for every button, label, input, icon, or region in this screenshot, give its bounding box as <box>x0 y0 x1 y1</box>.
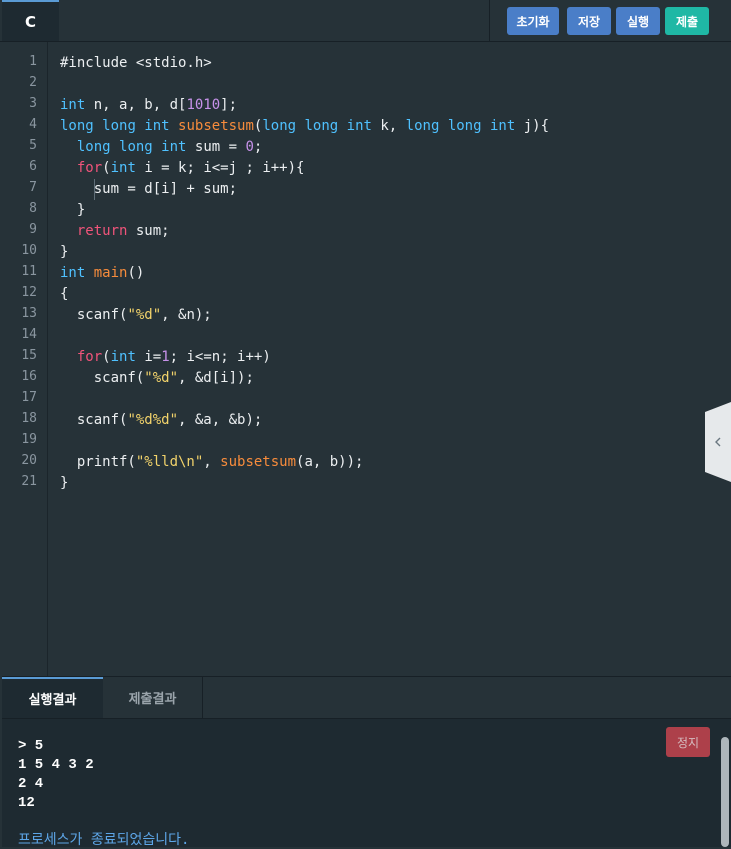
line-number: 2 <box>29 75 37 90</box>
code-line: } <box>60 475 69 491</box>
reset-button[interactable]: 초기화 <box>507 7 559 35</box>
line-number: 21 <box>21 474 37 489</box>
code-line: return sum; <box>76 223 170 239</box>
collapse-panel-handle[interactable] <box>705 402 731 482</box>
code-line: long long int subsetsum(long long int k,… <box>60 118 549 134</box>
output-line: > 5 <box>18 738 44 754</box>
code-line: long long int sum = 0; <box>76 139 263 155</box>
run-button[interactable]: 실행 <box>616 7 660 35</box>
output-line: 12 <box>18 795 35 811</box>
line-number: 11 <box>21 264 37 279</box>
console-scrollbar[interactable] <box>721 737 729 847</box>
submit-button[interactable]: 제출 <box>665 7 709 35</box>
line-number: 12 <box>21 285 37 300</box>
code-line: scanf("%d%d", &a, &b); <box>60 412 263 428</box>
code-line: } <box>60 244 69 260</box>
code-line: scanf("%d", &d[i]); <box>60 370 254 386</box>
toolbar: 초기화 저장 실행 제출 <box>489 0 731 41</box>
language-tab[interactable]: C <box>2 0 59 41</box>
line-number: 14 <box>21 327 37 342</box>
line-number: 6 <box>29 159 37 174</box>
code-line: printf("%lld\n", subsetsum(a, b)); <box>60 454 364 470</box>
line-number: 1 <box>29 54 37 69</box>
tab-submit-result[interactable]: 제출결과 <box>103 677 203 718</box>
code-line: int main() <box>60 265 145 281</box>
line-number: 15 <box>21 348 37 363</box>
save-button[interactable]: 저장 <box>567 7 611 35</box>
line-number: 7 <box>29 180 37 195</box>
console-output: > 5 1 5 4 3 2 2 4 12 프로세스가 종료되었습니다. 정지 <box>2 719 731 848</box>
line-number: 19 <box>21 432 37 447</box>
line-number: 5 <box>29 138 37 153</box>
code-line: for(int i = k; i<=j ; i++){ <box>76 160 305 176</box>
line-number: 17 <box>21 390 37 405</box>
code-line: for(int i=1; i<=n; i++) <box>76 349 271 365</box>
line-number: 10 <box>21 243 37 258</box>
line-number: 18 <box>21 411 37 426</box>
handle-shape <box>705 402 731 482</box>
code-line: scanf("%d", &n); <box>60 307 212 323</box>
line-number: 9 <box>29 222 37 237</box>
editor-header: C 초기화 저장 실행 제출 <box>0 0 731 42</box>
stop-button[interactable]: 정지 <box>666 727 710 757</box>
result-panel: 실행결과 제출결과 > 5 1 5 4 3 2 2 4 12 프로세스가 종료되… <box>2 676 731 848</box>
line-number: 4 <box>29 117 37 132</box>
code-line: } <box>60 202 86 218</box>
code-line: sum = d[i] + sum; <box>60 181 238 197</box>
process-status: 프로세스가 종료되었습니다. <box>18 832 190 848</box>
output-line: 1 5 4 3 2 <box>18 757 94 773</box>
code-line: #include <stdio.h> <box>60 55 212 71</box>
line-number: 13 <box>21 306 37 321</box>
line-number: 16 <box>21 369 37 384</box>
code-area[interactable]: #include <stdio.h> int n, a, b, d[1010];… <box>60 42 700 676</box>
line-number-gutter: 1 2 3 4 5 6 7 8 9 10 11 12 13 14 15 16 1… <box>2 42 48 676</box>
line-number: 20 <box>21 453 37 468</box>
code-line: { <box>60 286 69 302</box>
line-number: 8 <box>29 201 37 216</box>
output-line: 2 4 <box>18 776 44 792</box>
line-number: 3 <box>29 96 37 111</box>
tab-run-result[interactable]: 실행결과 <box>2 677 103 718</box>
code-line: int n, a, b, d[1010]; <box>60 97 238 113</box>
code-editor[interactable]: 1 2 3 4 5 6 7 8 9 10 11 12 13 14 15 16 1… <box>2 42 731 676</box>
result-tabs: 실행결과 제출결과 <box>2 677 731 719</box>
